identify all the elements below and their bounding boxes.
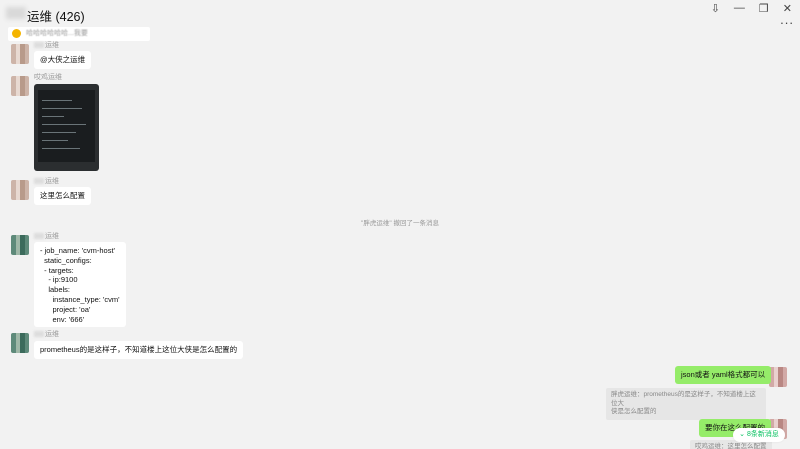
avatar[interactable] [11, 180, 29, 200]
avatar[interactable] [11, 76, 29, 96]
title-bar: 运维 (426) ⇩ — ❐ ✕ ... [0, 0, 800, 28]
sender-name: 运维 [34, 231, 59, 241]
self-message-bubble[interactable]: json或者 yaml格式都可以 [675, 366, 772, 384]
quoted-message[interactable]: 胖虎运维：prometheus的是这样子，不知道楼上这位大 侠是怎么配置的 [606, 388, 766, 420]
sender-name: 运维 [34, 176, 59, 186]
sender-name: 运维 [34, 40, 59, 50]
double-chevron-down-icon: ⌄ [739, 431, 745, 438]
self-avatar[interactable] [769, 367, 787, 387]
sun-icon [12, 29, 21, 38]
code-snippet: - job_name: 'cvm-host' static_configs: -… [40, 246, 120, 324]
image-message[interactable] [34, 84, 99, 171]
maximize-icon[interactable]: ❐ [759, 2, 769, 15]
pinned-message[interactable]: 哈哈哈哈哈哈...我要 [8, 27, 150, 41]
message-bubble[interactable]: prometheus的是这样子，不知道楼上这位大侠是怎么配置的 [34, 341, 244, 359]
avatar[interactable] [11, 44, 29, 64]
minimize-icon[interactable]: — [734, 2, 745, 15]
new-messages-button[interactable]: ⌄ 8条新消息 [733, 428, 785, 442]
chat-title: 运维 (426) [27, 10, 85, 24]
pinned-text: 哈哈哈哈哈哈...我要 [26, 30, 88, 37]
message-bubble[interactable]: @大侠之运维 [34, 51, 92, 69]
sender-name: 运维 [34, 329, 59, 339]
avatar[interactable] [11, 235, 29, 255]
recall-notice: "胖虎运维" 撤回了一条消息 [361, 220, 439, 227]
avatar[interactable] [11, 333, 29, 353]
message-bubble[interactable]: - job_name: 'cvm-host' static_configs: -… [34, 242, 126, 328]
message-bubble[interactable]: 这里怎么配置 [34, 187, 91, 205]
pin-icon[interactable]: ⇩ [711, 2, 720, 15]
new-messages-label: 8条新消息 [746, 431, 779, 438]
sender-name: 哎鸡运维 [34, 74, 62, 81]
blurred-group-name [6, 7, 26, 19]
more-options-icon[interactable]: ... [780, 12, 794, 27]
